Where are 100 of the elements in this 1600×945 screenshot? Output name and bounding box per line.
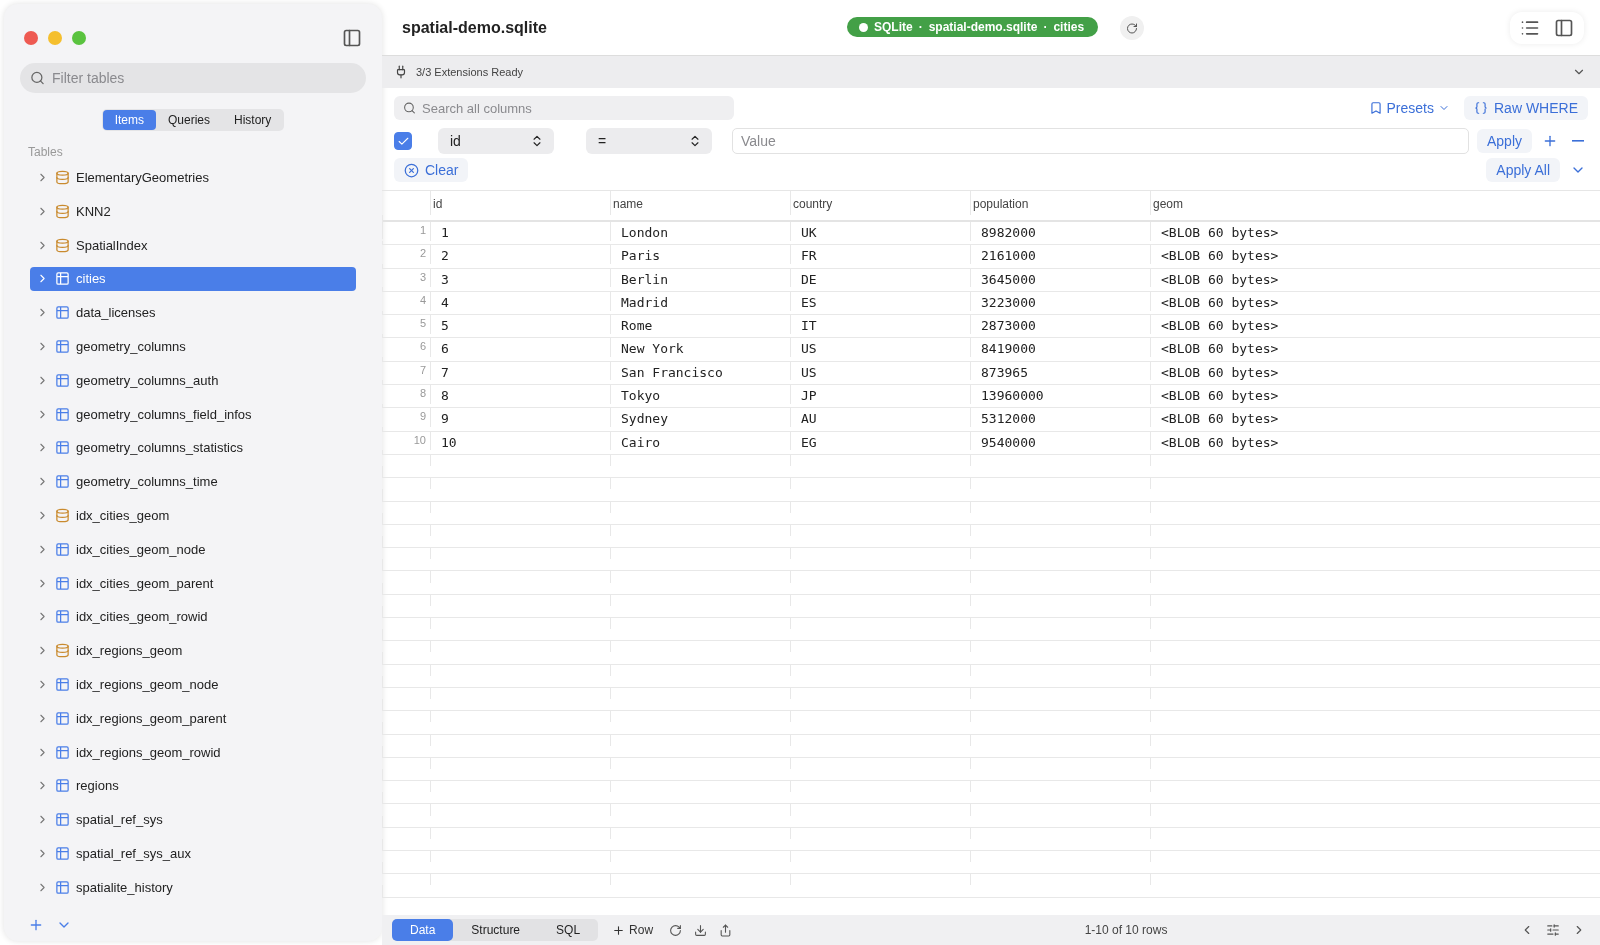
column-header[interactable]: geom xyxy=(1150,191,1600,215)
column-header[interactable]: id xyxy=(430,191,610,215)
table-cell: <BLOB 60 bytes> xyxy=(1150,431,1600,451)
table-list-item[interactable]: idx_regions_geom_node xyxy=(30,672,356,697)
filter-checkbox[interactable] xyxy=(394,132,412,150)
table-cell: 9540000 xyxy=(970,431,1150,451)
table-name: SpatialIndex xyxy=(76,237,148,253)
table-icon xyxy=(55,372,70,388)
table-cell: Berlin xyxy=(610,268,790,288)
table-cell: EG xyxy=(790,431,970,451)
table-list-item[interactable]: geometry_columns_field_infos xyxy=(30,402,356,427)
table-list-item[interactable]: spatial_ref_sys_aux xyxy=(30,841,356,866)
table-list-item[interactable]: regions xyxy=(30,773,356,798)
column-header[interactable]: country xyxy=(790,191,970,215)
table-name: geometry_columns xyxy=(76,338,186,354)
table-cell: Sydney xyxy=(610,408,790,427)
table-cell: JP xyxy=(790,385,970,404)
plus-icon xyxy=(1542,133,1558,149)
table-list-item[interactable]: data_licenses xyxy=(30,300,356,325)
apply-button[interactable]: Apply xyxy=(1476,129,1532,153)
close-button[interactable] xyxy=(24,30,38,45)
table-list-item[interactable]: idx_cities_geom xyxy=(30,503,356,528)
table-name: idx_regions_geom_rowid xyxy=(76,744,221,760)
table-list-item[interactable]: geometry_columns_time xyxy=(30,469,356,494)
filter-field[interactable]: Filter tables xyxy=(20,63,366,94)
view-tab[interactable]: SQL xyxy=(538,919,599,941)
table-list-item[interactable]: geometry_columns_statistics xyxy=(30,435,356,460)
table-list-item[interactable]: idx_regions_geom_rowid xyxy=(30,740,356,764)
table-cell: Paris xyxy=(610,245,790,264)
view-tab[interactable]: Structure xyxy=(453,919,539,941)
table-cell: ES xyxy=(790,291,970,311)
table-list-item[interactable]: ElementaryGeometries xyxy=(30,165,356,190)
window-title: spatial-demo.sqlite xyxy=(402,18,547,37)
table-icon xyxy=(55,812,70,828)
table-cell: 5 xyxy=(430,315,610,334)
column-select[interactable]: id xyxy=(438,128,554,154)
download-icon xyxy=(694,923,708,937)
row-number: 9 xyxy=(418,409,427,425)
table-icon xyxy=(55,879,70,895)
table-list-item[interactable]: idx_cities_geom_rowid xyxy=(30,604,356,629)
table-cell: 10 xyxy=(430,431,610,451)
apply-all-button[interactable]: Apply All xyxy=(1486,158,1560,182)
settings-button[interactable] xyxy=(1544,921,1562,939)
row-number: 3 xyxy=(418,269,427,285)
share-icon xyxy=(719,923,733,937)
table-name: regions xyxy=(76,778,119,794)
table-name: idx_regions_geom_parent xyxy=(76,710,227,726)
table-cell: 7 xyxy=(430,361,610,381)
table-list-item[interactable]: idx_regions_geom_parent xyxy=(30,706,356,731)
sidebar-icon xyxy=(342,27,362,48)
presets-button[interactable]: Presets xyxy=(1362,96,1456,120)
view-tab[interactable]: Data xyxy=(392,919,454,941)
table-name: data_licenses xyxy=(76,305,156,321)
table-cell: 8 xyxy=(430,385,610,404)
table-cell: 3223000 xyxy=(970,291,1150,311)
table-cell: 2873000 xyxy=(970,315,1150,334)
refresh-button[interactable] xyxy=(1120,16,1144,40)
table-icon xyxy=(55,406,70,422)
raw-where-button[interactable]: Raw WHERE xyxy=(1464,96,1588,120)
sidebar-tab[interactable]: Queries xyxy=(156,110,222,131)
column-header[interactable]: population xyxy=(970,191,1150,215)
table-name: spatial_ref_sys xyxy=(76,812,163,828)
table-list-item[interactable]: KNN2 xyxy=(30,199,356,224)
sidebar-tab[interactable]: Items xyxy=(102,110,156,131)
database-icon xyxy=(55,507,70,523)
section-heading: Tables xyxy=(27,144,64,162)
table-list-item[interactable]: geometry_columns_auth xyxy=(30,368,356,393)
table-list-item[interactable]: idx_regions_geom xyxy=(30,638,356,663)
table-list-item[interactable]: idx_cities_geom_node xyxy=(30,537,356,562)
column-header[interactable]: name xyxy=(610,191,790,215)
table-list-item[interactable]: idx_cities_geom_parent xyxy=(30,571,356,596)
table-icon xyxy=(55,609,70,625)
table-name: cities xyxy=(76,271,106,287)
sidebar-tab[interactable]: History xyxy=(222,110,284,131)
table-name: idx_cities_geom_parent xyxy=(76,575,214,591)
add-row-button[interactable]: Row xyxy=(606,919,660,941)
table-name: geometry_columns_auth xyxy=(76,372,219,388)
table-name: ElementaryGeometries xyxy=(76,169,209,185)
table-cell: US xyxy=(790,361,970,381)
table-cell: New York xyxy=(610,338,790,358)
table-name: KNN2 xyxy=(76,203,111,219)
table-list-item[interactable]: spatial_ref_sys xyxy=(30,807,356,832)
table-list-item[interactable]: spatialite_history xyxy=(30,875,356,900)
search-field[interactable]: Search all columns xyxy=(394,96,734,120)
value-field[interactable]: Value xyxy=(732,128,1469,154)
table-cell: 4 xyxy=(430,291,610,311)
braces-icon xyxy=(1474,101,1488,115)
table-list-item[interactable]: cities xyxy=(30,266,356,291)
clear-button[interactable]: Clear xyxy=(394,158,469,182)
table-cell: 6 xyxy=(430,338,610,358)
database-icon xyxy=(55,237,70,253)
table-list-item[interactable]: SpatialIndex xyxy=(30,233,356,258)
table-name: idx_cities_geom xyxy=(76,507,170,523)
table-name: geometry_columns_statistics xyxy=(76,440,243,456)
operator-select[interactable]: = xyxy=(586,128,712,154)
table-cell: <BLOB 60 bytes> xyxy=(1150,245,1600,264)
table-icon xyxy=(55,676,70,692)
table-name: idx_cities_geom_rowid xyxy=(76,609,208,625)
table-cell: <BLOB 60 bytes> xyxy=(1150,222,1600,241)
table-list-item[interactable]: geometry_columns xyxy=(30,334,356,359)
